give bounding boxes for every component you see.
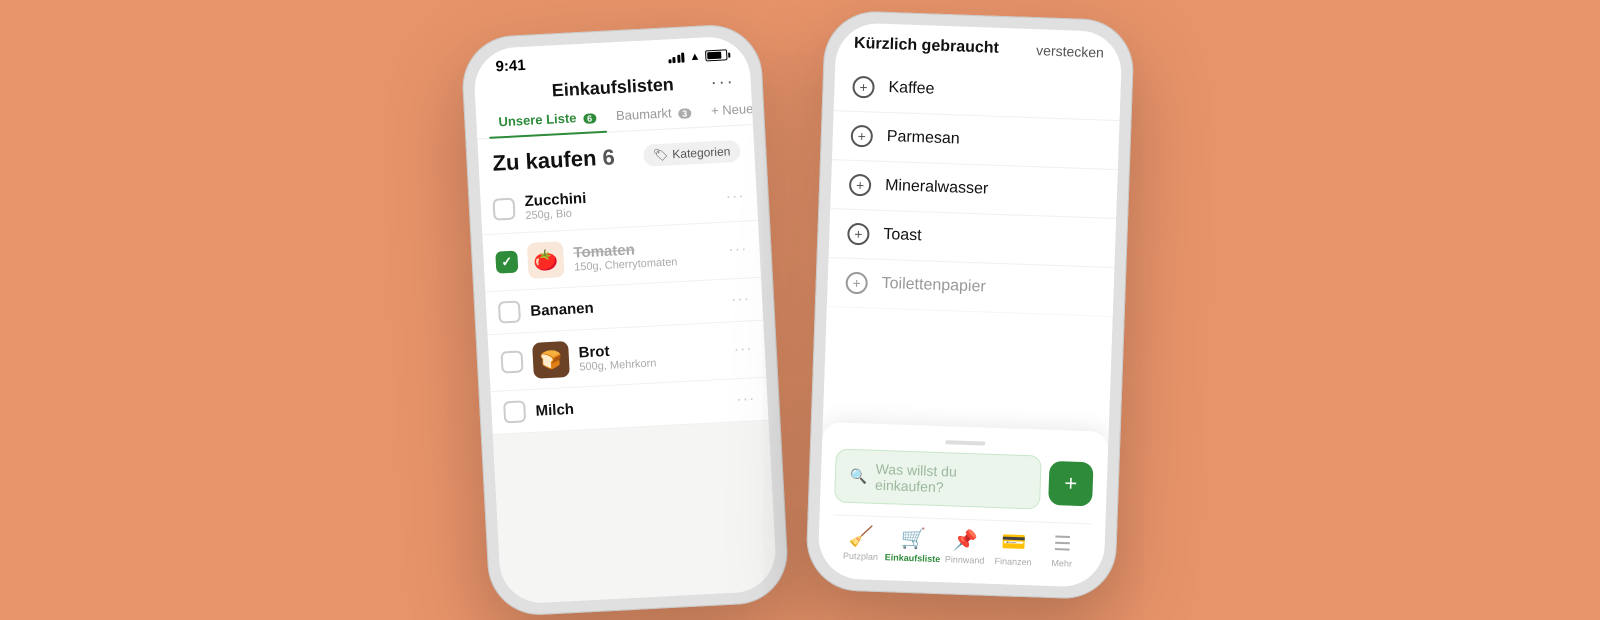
add-icon[interactable]: + [849,174,872,197]
phone-1: 9:41 ▲ Einkaufslisten ··· [460,23,790,618]
item-more-icon[interactable]: ··· [725,187,745,206]
checkbox-zucchini[interactable] [492,197,515,220]
nav-label: Pinnwand [945,554,985,565]
recent-item-name: Toilettenpapier [881,275,986,297]
tab-unsere-liste[interactable]: Unsere Liste 6 [488,101,607,138]
list-title: Zu kaufen 6 [492,144,615,175]
drag-handle [945,440,985,445]
hide-button[interactable]: verstecken [1036,42,1104,60]
wifi-icon: ▲ [689,50,701,63]
search-icon: 🔍 [850,467,868,485]
recent-item-name: Toast [883,226,922,245]
signal-icon [668,52,685,63]
battery-icon [705,49,728,61]
search-bar: 🔍 Was willst du einkaufen? + [834,448,1094,511]
phone-2: Kürzlich gebraucht verstecken + Kaffee +… [805,10,1135,600]
bottom-nav: 🧹 Putzplan 🛒 Einkaufsliste 📌 Pinnwand 💳 … [832,514,1092,581]
phone-1-screen: 9:41 ▲ Einkaufslisten ··· [473,35,778,605]
add-icon[interactable]: + [852,76,875,99]
recent-item-name: Parmesan [886,128,960,149]
checkbox-tomaten[interactable] [495,251,518,274]
checkbox-brot[interactable] [500,350,523,373]
item-more-icon[interactable]: ··· [731,290,751,309]
recent-item-name: Kaffee [888,79,935,99]
nav-mehr[interactable]: ☰ Mehr [1037,531,1087,570]
finanzen-icon: 💳 [1001,529,1027,555]
nav-label: Mehr [1051,558,1072,569]
categories-icon: 🏷 [653,148,669,163]
tab-neue-liste[interactable]: + Neue Liste [700,91,777,127]
nav-label: Putzplan [843,551,878,562]
search-placeholder: Was willst du einkaufen? [875,461,1027,498]
tab-baumarkt[interactable]: Baumarkt 3 [605,96,702,132]
recent-list: + Kaffee + Parmesan + Mineralwasser + To… [823,62,1121,432]
item-thumbnail-tomaten: 🍅 [527,241,565,279]
item-more-icon[interactable]: ··· [733,340,753,359]
categories-button[interactable]: 🏷 Kategorien [643,140,741,167]
search-input-wrap[interactable]: 🔍 Was willst du einkaufen? [834,448,1042,509]
add-icon[interactable]: + [847,223,870,246]
item-info-tomaten: Tomaten 150g, Cherrytomaten [573,237,719,274]
add-icon[interactable]: + [845,272,868,295]
nav-einkaufsliste[interactable]: 🛒 Einkaufsliste [885,525,942,564]
status-icons: ▲ [668,49,728,64]
nav-label: Finanzen [994,556,1031,567]
putzplan-icon: 🧹 [848,524,874,550]
search-bar-container: 🔍 Was willst du einkaufen? + 🧹 Putzplan … [817,422,1108,588]
recent-item-name: Mineralwasser [885,177,989,199]
recent-item-toilettenpapier[interactable]: + Toilettenpapier [827,258,1115,317]
einkaufsliste-icon: 🛒 [900,526,926,552]
checkbox-milch[interactable] [503,400,526,423]
mehr-icon: ☰ [1053,531,1072,557]
item-info-brot: Brot 500g, Mehrkorn [578,336,724,373]
checkbox-bananen[interactable] [498,300,521,323]
item-info-zucchini: Zucchini 250g, Bio [524,183,716,222]
item-name: Milch [535,392,727,419]
list-title-group: Zu kaufen 6 [492,144,615,176]
item-more-icon[interactable]: ··· [736,390,756,409]
nav-label: Einkaufsliste [885,552,941,564]
phone-2-screen: Kürzlich gebraucht verstecken + Kaffee +… [817,22,1122,588]
nav-putzplan[interactable]: 🧹 Putzplan [836,524,886,563]
item-more-icon[interactable]: ··· [728,241,748,260]
item-info-bananen: Bananen [530,292,722,319]
clock: 9:41 [495,57,526,76]
item-thumbnail-brot: 🍞 [532,341,570,379]
more-button[interactable]: ··· [710,71,735,93]
nav-pinnwand[interactable]: 📌 Pinnwand [940,527,990,566]
item-info-milch: Milch [535,392,727,419]
shopping-list: Zucchini 250g, Bio ··· 🍅 Tomaten 150g, C… [480,171,778,605]
add-item-button[interactable]: + [1048,461,1094,507]
scene: 9:41 ▲ Einkaufslisten ··· [0,0,1600,620]
add-icon[interactable]: + [850,125,873,148]
pinnwand-icon: 📌 [952,528,978,554]
nav-finanzen[interactable]: 💳 Finanzen [989,529,1039,568]
item-name: Bananen [530,292,722,319]
recently-title: Kürzlich gebraucht [854,35,999,58]
